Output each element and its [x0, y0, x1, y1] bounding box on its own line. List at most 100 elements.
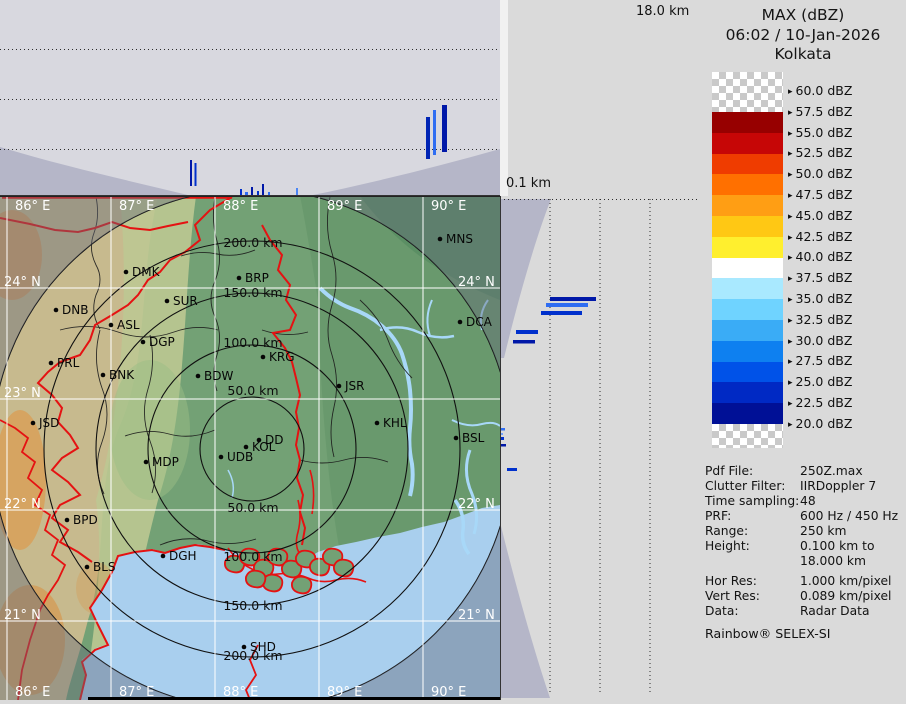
dbz-scale-label: ▸47.5 dBZ: [788, 187, 852, 203]
out-of-range-wedge-right: [308, 149, 500, 196]
out-of-range-wedge-bottom: [500, 522, 550, 698]
height-axis-max-label: 18.0 km: [636, 4, 689, 19]
metadata-row: Height:0.100 km to: [705, 539, 905, 554]
out-of-range-wedge-top: [500, 199, 551, 358]
top-side-projection-panel: [0, 0, 500, 196]
tick-arrow-icon: ▸: [788, 170, 793, 180]
radar-map-panel: 86° E86° E87° E87° E88° E88° E89° E89° E…: [0, 196, 500, 700]
svg-text:23° N: 23° N: [4, 386, 41, 401]
svg-text:BSL: BSL: [462, 431, 485, 445]
tick-arrow-icon: ▸: [788, 191, 793, 201]
tick-arrow-icon: ▸: [788, 87, 793, 97]
top-side-projection-canvas: [0, 0, 500, 196]
metadata-row: Clutter Filter:IIRDoppler 7: [705, 479, 905, 494]
svg-text:SHD: SHD: [250, 640, 276, 654]
svg-text:90° E: 90° E: [431, 199, 466, 214]
dbz-scale-label: ▸52.5 dBZ: [788, 145, 852, 161]
metadata-value: 250 km: [800, 524, 846, 538]
metadata-key: PRF:: [705, 509, 800, 524]
dbz-scale-label: ▸57.5 dBZ: [788, 104, 852, 120]
svg-text:88° E: 88° E: [223, 199, 258, 214]
metadata-row: Vert Res:0.089 km/pixel: [705, 589, 905, 604]
svg-text:ASL: ASL: [117, 318, 140, 332]
dbz-scale-label: ▸50.0 dBZ: [788, 166, 852, 182]
metadata-row: Pdf File:250Z.max: [705, 464, 905, 479]
right-side-projection-canvas: [500, 196, 706, 700]
svg-text:86° E: 86° E: [15, 199, 50, 214]
dbz-scale-label: ▸55.0 dBZ: [788, 125, 852, 141]
height-gridlines: [500, 199, 700, 694]
metadata-row: PRF:600 Hz / 450 Hz: [705, 509, 905, 524]
svg-text:200.0 km: 200.0 km: [223, 235, 282, 250]
dbz-band: [712, 362, 783, 383]
svg-text:150.0 km: 150.0 km: [223, 598, 282, 613]
dbz-scale-label: ▸27.5 dBZ: [788, 353, 852, 369]
dbz-band: [712, 112, 783, 133]
metadata-value: Radar Data: [800, 604, 869, 618]
svg-text:BRP: BRP: [245, 271, 269, 285]
svg-text:MNS: MNS: [446, 232, 473, 246]
metadata-row: Data:Radar Data: [705, 604, 905, 619]
metadata-key: Vert Res:: [705, 589, 800, 604]
dbz-scale-label: ▸32.5 dBZ: [788, 312, 852, 328]
metadata-value: 250Z.max: [800, 464, 863, 478]
tick-arrow-icon: ▸: [788, 129, 793, 139]
svg-text:DMK: DMK: [132, 265, 161, 279]
metadata-key: Data:: [705, 604, 800, 619]
transparent-band: [712, 424, 783, 448]
dbz-band: [712, 133, 783, 154]
svg-text:KHL: KHL: [383, 416, 407, 430]
dbz-band: [712, 174, 783, 195]
metadata-value: 18.000 km: [800, 554, 866, 568]
svg-text:86° E: 86° E: [15, 685, 50, 700]
metadata-key: Range:: [705, 524, 800, 539]
metadata-key: Hor Res:: [705, 574, 800, 589]
tick-arrow-icon: ▸: [788, 316, 793, 326]
product-datetime: 06:02 / 10-Jan-2026: [700, 26, 906, 46]
svg-text:100.0 km: 100.0 km: [223, 335, 282, 350]
svg-text:PRL: PRL: [57, 356, 80, 370]
metadata-value: 1.000 km/pixel: [800, 574, 891, 588]
tick-arrow-icon: ▸: [788, 253, 793, 263]
transparent-band: [712, 72, 783, 112]
svg-text:DGH: DGH: [169, 549, 197, 563]
svg-text:22° N: 22° N: [458, 497, 495, 512]
svg-text:BPD: BPD: [73, 513, 98, 527]
dbz-scale-label: ▸40.0 dBZ: [788, 249, 852, 265]
dbz-scale-label: ▸42.5 dBZ: [788, 229, 852, 245]
dbz-band: [712, 382, 783, 403]
radar-map-canvas: 86° E86° E87° E87° E88° E88° E89° E89° E…: [0, 196, 500, 700]
radar-display-root: { "title": { "product": "MAX (dBZ)", "da…: [0, 0, 906, 700]
metadata-value: 600 Hz / 450 Hz: [800, 509, 898, 523]
dbz-scale-label: ▸60.0 dBZ: [788, 83, 852, 99]
svg-text:BNK: BNK: [109, 368, 135, 382]
dbz-scale-label: ▸22.5 dBZ: [788, 395, 852, 411]
product-title-block: MAX (dBZ) 06:02 / 10-Jan-2026 Kolkata: [700, 6, 906, 65]
dbz-band: [712, 154, 783, 175]
svg-text:BLS: BLS: [93, 560, 116, 574]
dbz-band: [712, 403, 783, 424]
dbz-scale-label: ▸45.0 dBZ: [788, 208, 852, 224]
svg-text:89° E: 89° E: [327, 199, 362, 214]
dbz-band: [712, 258, 783, 279]
dbz-band: [712, 278, 783, 299]
svg-text:BDW: BDW: [204, 369, 233, 383]
svg-text:DGP: DGP: [149, 335, 175, 349]
metadata-row: Time sampling:48: [705, 494, 905, 509]
metadata-key: Pdf File:: [705, 464, 800, 479]
dbz-scale-labels: ▸60.0 dBZ ▸57.5 dBZ ▸55.0 dBZ ▸52.5 dBZ ▸50.…: [788, 72, 906, 448]
metadata-value: 0.100 km to: [800, 539, 874, 553]
metadata-value: IIRDoppler 7: [800, 479, 876, 493]
tick-arrow-icon: ▸: [788, 357, 793, 367]
product-station: Kolkata: [700, 45, 906, 65]
vendor-label: Rainbow® SELEX-SI: [705, 626, 905, 641]
metadata-key: Time sampling:: [705, 494, 800, 509]
svg-text:21° N: 21° N: [458, 608, 495, 623]
svg-text:JSR: JSR: [344, 379, 365, 393]
svg-text:22° N: 22° N: [4, 497, 41, 512]
svg-text:UDB: UDB: [227, 450, 253, 464]
svg-text:MDP: MDP: [152, 455, 179, 469]
metadata-key: Height:: [705, 539, 800, 554]
dbz-band: [712, 195, 783, 216]
tick-arrow-icon: ▸: [788, 108, 793, 118]
